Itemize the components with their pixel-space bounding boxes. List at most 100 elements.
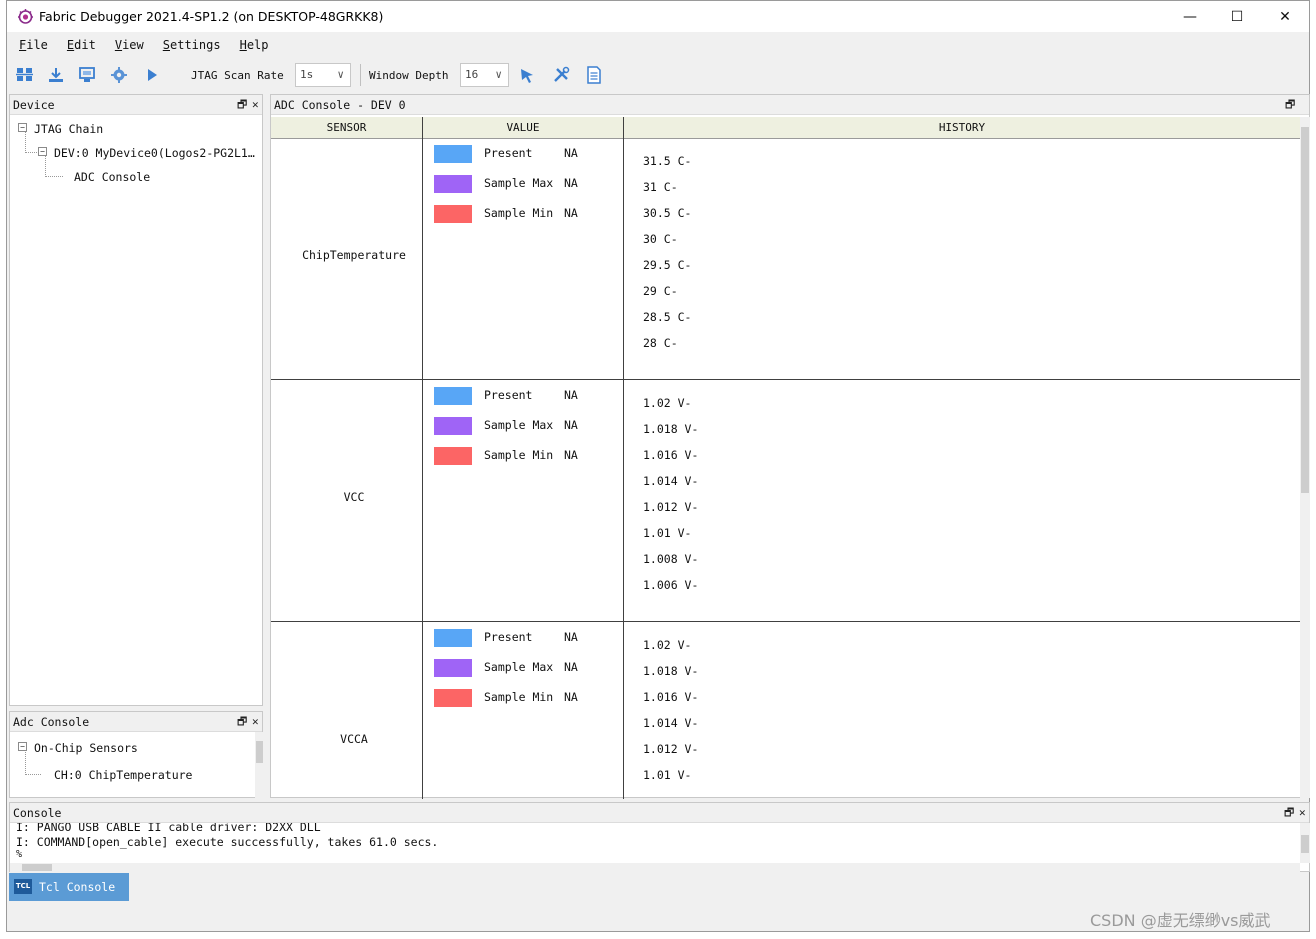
bug-icon [18, 9, 33, 24]
legend-swatch-sample-max [434, 659, 472, 677]
restore-icon[interactable]: 🗗 [237, 95, 247, 115]
scrollbar-thumb[interactable] [256, 741, 263, 763]
console-hscrollbar[interactable] [10, 863, 1300, 872]
console-title: Console [13, 806, 62, 820]
close-window-button[interactable]: ✕ [1262, 1, 1308, 32]
row-divider [271, 379, 1300, 380]
column-divider [623, 117, 624, 799]
toolbar: JTAG Scan Rate 1s ∨ Window Depth 16 ∨ [7, 57, 1309, 93]
restore-icon[interactable]: 🗗 [1284, 803, 1294, 823]
sensor-name: ChipTemperature [302, 248, 406, 262]
sensor-table-header: SENSOR VALUE HISTORY [271, 117, 1300, 139]
tab-tcl-console[interactable]: TCL Tcl Console [9, 873, 129, 901]
tree-node-chip-temperature[interactable]: CH:0 ChipTemperature [54, 768, 192, 782]
adc-console-header: ADC Console - DEV 0 🗗 [271, 95, 1309, 115]
history-axis-tick: 29 C- [643, 284, 678, 298]
bottom-tab-bar: TCL Tcl Console [7, 872, 1309, 902]
adc-tree-panel-header: Adc Console 🗗 ✕ [10, 712, 262, 732]
console-line: I: COMMAND[open_cable] execute successfu… [16, 835, 439, 849]
legend-value: NA [564, 418, 578, 432]
device-panel-title: Device [13, 98, 55, 112]
collapse-icon[interactable]: − [18, 742, 27, 751]
history-axis-tick: 1.018 V- [643, 664, 699, 678]
device-panel-header: Device 🗗 ✕ [10, 95, 262, 115]
window-title: Fabric Debugger 2021.4-SP1.2 (on DESKTOP… [39, 9, 384, 24]
chevron-down-icon: ∨ [495, 68, 502, 81]
restore-icon[interactable]: 🗗 [1285, 95, 1295, 115]
legend-value: NA [564, 630, 578, 644]
history-axis-tick: 28.5 C- [643, 310, 692, 324]
toolbar-separator [360, 64, 361, 86]
legend-swatch-sample-min [434, 205, 472, 223]
adc-tree-scrollbar[interactable] [255, 732, 264, 798]
menu-help[interactable]: Help [240, 38, 269, 52]
menu-edit[interactable]: Edit [67, 38, 96, 52]
trigger-icon[interactable] [518, 66, 536, 84]
title-bar[interactable]: Fabric Debugger 2021.4-SP1.2 (on DESKTOP… [7, 1, 1309, 32]
collapse-icon[interactable]: − [38, 147, 47, 156]
console-prompt[interactable]: % [16, 849, 22, 860]
download-icon[interactable] [47, 66, 65, 84]
history-axis-tick: 1.014 V- [643, 474, 699, 488]
minimize-button[interactable]: — [1167, 1, 1213, 32]
tools-icon[interactable] [552, 66, 570, 84]
legend-value: NA [564, 206, 578, 220]
tree-node-device[interactable]: DEV:0 MyDevice0(Logos2-PG2L1… [54, 146, 255, 160]
legend-value: NA [564, 176, 578, 190]
menu-view[interactable]: View [115, 38, 144, 52]
console-panel: Console 🗗 ✕ I: PANGO USB CABLE II cable … [9, 802, 1310, 872]
scan-rate-select[interactable]: 1s ∨ [295, 63, 351, 87]
history-axis-tick: 30.5 C- [643, 206, 692, 220]
history-axis-tick: 29.5 C- [643, 258, 692, 272]
scrollbar-thumb[interactable] [1301, 835, 1309, 853]
close-icon[interactable]: ✕ [252, 712, 259, 732]
adc-tree-panel-title: Adc Console [13, 715, 90, 729]
run-icon[interactable] [143, 66, 161, 84]
menu-file[interactable]: File [19, 38, 48, 52]
menu-settings[interactable]: Settings [163, 38, 221, 52]
tcl-icon: TCL [14, 879, 32, 894]
history-axis-tick: 28 C- [643, 336, 678, 350]
menu-bar: File Edit View Settings Help [7, 32, 1309, 57]
legend-label: Sample Min [484, 206, 554, 220]
adc-console-scrollbar[interactable] [1300, 117, 1310, 798]
legend-label: Present [484, 630, 533, 644]
tree-node-on-chip-sensors[interactable]: On-Chip Sensors [34, 741, 138, 755]
watermark: CSDN @虚无缥缈vs威武 [1090, 911, 1271, 930]
history-axis-tick: 1.018 V- [643, 422, 699, 436]
sensor-name: VCCA [340, 732, 368, 746]
collapse-icon[interactable]: − [18, 123, 27, 132]
monitor-icon[interactable] [78, 66, 96, 84]
scan-rate-label: JTAG Scan Rate [191, 69, 284, 82]
legend-value: NA [564, 146, 578, 160]
report-icon[interactable] [585, 66, 603, 84]
console-panel-header: Console 🗗 ✕ [10, 803, 1309, 823]
scrollbar-thumb[interactable] [1301, 127, 1309, 493]
console-scrollbar[interactable] [1300, 823, 1310, 863]
history-axis-tick: 31.5 C- [643, 154, 692, 168]
column-header-history: HISTORY [938, 121, 986, 134]
legend-label: Sample Min [484, 448, 554, 462]
history-axis-tick: 1.02 V- [643, 638, 692, 652]
close-icon[interactable]: ✕ [1299, 803, 1306, 823]
legend-label: Sample Max [484, 176, 554, 190]
maximize-button[interactable]: ☐ [1214, 1, 1260, 32]
history-axis-tick: 1.01 V- [643, 526, 692, 540]
legend-label: Sample Max [484, 660, 554, 674]
scrollbar-thumb[interactable] [22, 864, 52, 871]
window-depth-select[interactable]: 16 ∨ [460, 63, 509, 87]
restore-icon[interactable]: 🗗 [237, 712, 247, 732]
history-axis-tick: 1.016 V- [643, 690, 699, 704]
tree-connector [25, 774, 41, 775]
legend-value: NA [564, 690, 578, 704]
legend-label: Sample Min [484, 690, 554, 704]
device-panel: Device 🗗 ✕ − JTAG Chain − DEV:0 MyDevice… [9, 94, 263, 706]
gear-icon[interactable] [110, 66, 128, 84]
close-icon[interactable]: ✕ [252, 95, 259, 115]
adc-tree-panel: Adc Console 🗗 ✕ − On-Chip Sensors CH:0 C… [9, 711, 264, 798]
tree-node-jtag-chain[interactable]: JTAG Chain [34, 122, 103, 136]
legend-swatch-sample-min [434, 447, 472, 465]
scan-chain-icon[interactable] [16, 66, 34, 84]
history-axis-tick: 30 C- [643, 232, 678, 246]
tree-node-adc-console[interactable]: ADC Console [74, 170, 150, 184]
